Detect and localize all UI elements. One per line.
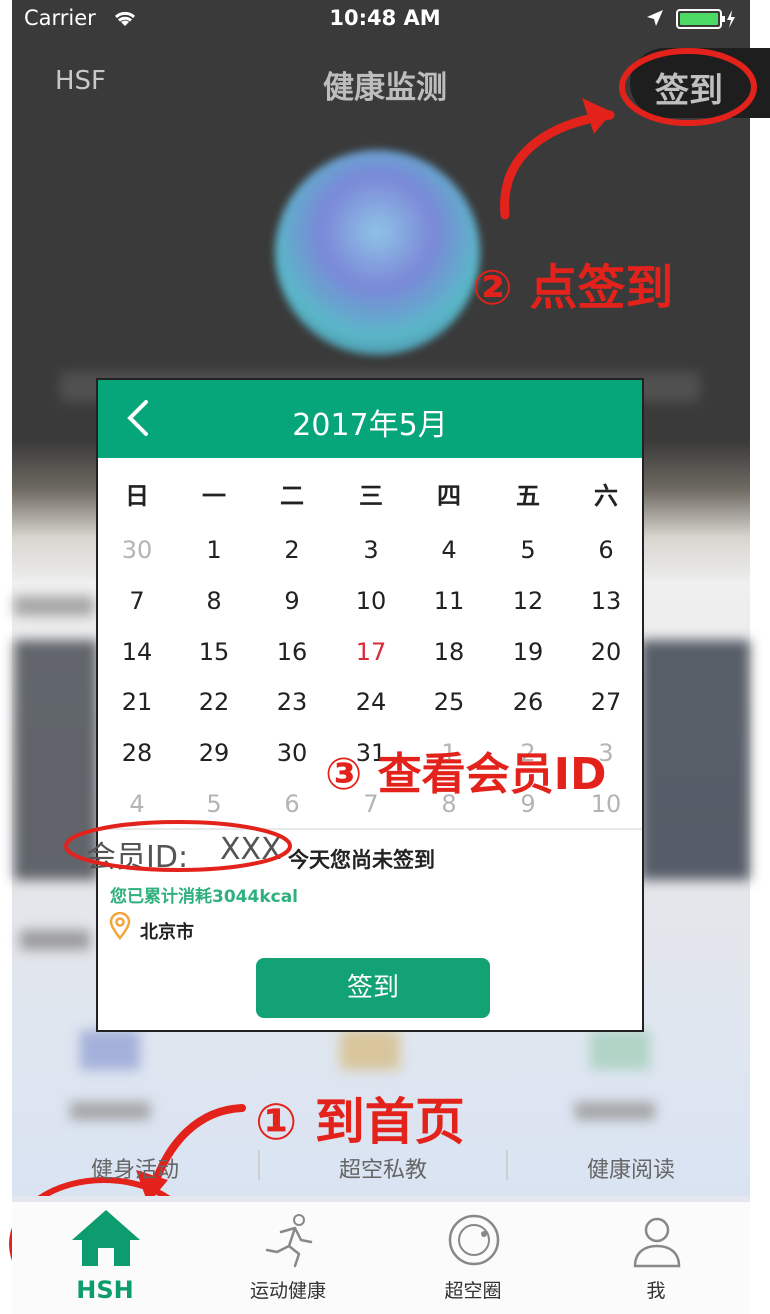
calendar-day[interactable]: 26 <box>498 688 558 716</box>
calendar-day[interactable]: 29 <box>184 739 244 767</box>
weekday-thu: 四 <box>437 482 461 510</box>
tab-me-label: 我 <box>646 1280 666 1302</box>
calendar-day[interactable]: 1 <box>184 536 244 564</box>
calendar-day[interactable]: 12 <box>498 587 558 615</box>
runner-icon <box>265 1214 313 1268</box>
calendar-day[interactable]: 8 <box>184 587 244 615</box>
calendar-day[interactable]: 5 <box>184 790 244 818</box>
calendar-day[interactable]: 13 <box>576 587 636 615</box>
location-label: 北京市 <box>140 922 194 943</box>
calendar-day[interactable]: 4 <box>419 536 479 564</box>
calendar-header: 2017年5月 <box>98 380 642 458</box>
checkin-status: 今天您尚未签到 <box>288 848 435 872</box>
calendar-day[interactable]: 10 <box>341 587 401 615</box>
calendar-day[interactable]: 23 <box>262 688 322 716</box>
annotation-step1: ① 到首页 <box>255 1093 465 1151</box>
user-icon <box>633 1217 681 1268</box>
category-private-coach[interactable]: 超空私教 <box>258 1152 508 1184</box>
calendar-day[interactable]: 28 <box>107 739 167 767</box>
calendar-day[interactable]: 20 <box>576 638 636 666</box>
calendar-day[interactable]: 9 <box>262 587 322 615</box>
home-icon <box>72 1210 140 1266</box>
tab-circle-label: 超空圈 <box>444 1280 502 1302</box>
calendar-day[interactable]: 11 <box>419 587 479 615</box>
calendar-day[interactable]: 16 <box>262 638 322 666</box>
checkin-highlight-ellipse <box>619 48 757 126</box>
calendar-day[interactable]: 14 <box>107 638 167 666</box>
calendar-day[interactable]: 19 <box>498 638 558 666</box>
annotation-step2: ② 点签到 <box>472 260 674 316</box>
sign-in-button[interactable]: 签到 <box>256 958 490 1018</box>
calendar-day[interactable]: 25 <box>419 688 479 716</box>
calendar-card: 2017年5月 日 一 二 三 四 五 六 30 1 2 3 4 5 6 7 8 9 10 11 12 1… <box>86 378 644 1032</box>
calendar-day[interactable]: 6 <box>576 536 636 564</box>
calendar-day[interactable]: 17 <box>341 638 401 666</box>
calendar-day[interactable]: 18 <box>419 638 479 666</box>
calendar-day[interactable]: 5 <box>498 536 558 564</box>
calendar-day[interactable]: 30 <box>107 536 167 564</box>
calendar-day[interactable]: 15 <box>184 638 244 666</box>
calendar-month: 2017年5月 <box>292 408 448 443</box>
calendar-day[interactable]: 21 <box>107 688 167 716</box>
weekday-tue: 二 <box>280 482 304 510</box>
weekday-fri: 五 <box>516 482 540 510</box>
calories-total: 您已累计消耗3044kcal <box>110 887 298 907</box>
member-id-highlight-ellipse <box>64 820 292 872</box>
location-pin-icon <box>109 912 131 940</box>
weekday-mon: 一 <box>202 482 226 510</box>
calendar-day[interactable]: 24 <box>341 688 401 716</box>
calendar-day[interactable]: 4 <box>107 790 167 818</box>
calendar-day[interactable]: 7 <box>107 587 167 615</box>
weekday-sun: 日 <box>125 482 149 510</box>
annotation-step3: ③ 查看会员ID <box>325 749 607 800</box>
calendar-day[interactable]: 6 <box>262 790 322 818</box>
circle-icon <box>448 1214 500 1266</box>
weekday-wed: 三 <box>359 482 383 510</box>
category-health-reading[interactable]: 健康阅读 <box>506 1152 756 1184</box>
calendar-day[interactable]: 30 <box>262 739 322 767</box>
calendar-day[interactable]: 2 <box>262 536 322 564</box>
category-fitness-activity[interactable]: 健身活动 <box>10 1152 260 1184</box>
calendar-day[interactable]: 27 <box>576 688 636 716</box>
tab-home-label: HSH <box>76 1276 134 1304</box>
tab-sport-health-label: 运动健康 <box>249 1280 326 1302</box>
weekday-sat: 六 <box>594 482 618 510</box>
calendar-day[interactable]: 22 <box>184 688 244 716</box>
calendar-day[interactable]: 3 <box>341 536 401 564</box>
